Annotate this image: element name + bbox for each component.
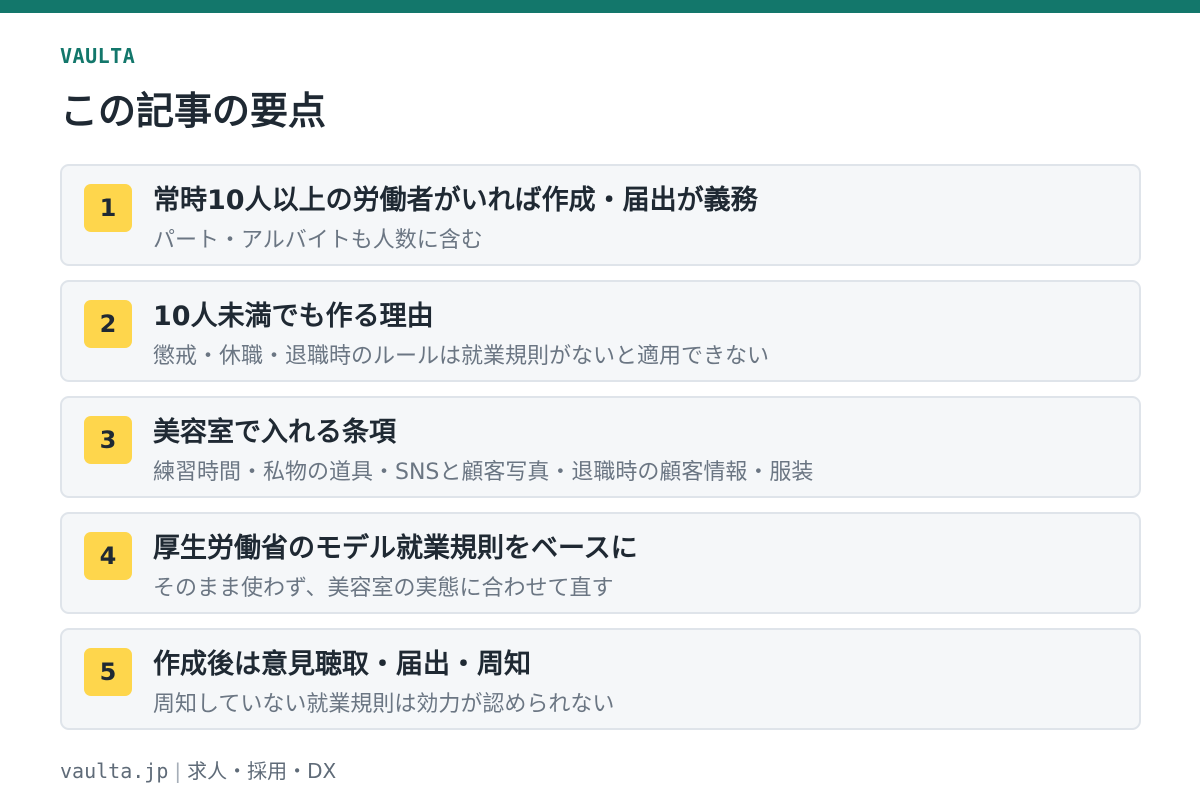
point-title: 美容室で入れる条項 <box>153 417 396 448</box>
point-subtitle: 懲戒・休職・退職時のルールは就業規則がないと適用できない <box>153 344 770 369</box>
point-card-5: 5 作成後は意見聴取・届出・周知 周知していない就業規則は効力が認められない <box>60 628 1141 730</box>
brand-name: VAULTA <box>60 44 136 68</box>
point-card-3: 3 美容室で入れる条項 練習時間・私物の道具・SNSと顧客写真・退職時の顧客情報… <box>60 396 1141 498</box>
point-title: 10人未満でも作る理由 <box>153 301 434 332</box>
point-number-badge: 1 <box>84 184 132 232</box>
footer-separator: | <box>174 759 182 783</box>
point-number-badge: 5 <box>84 648 132 696</box>
point-subtitle: パート・アルバイトも人数に含む <box>153 228 483 253</box>
point-number-badge: 4 <box>84 532 132 580</box>
footer-domain: vaulta.jp <box>60 759 169 783</box>
point-subtitle: 練習時間・私物の道具・SNSと顧客写真・退職時の顧客情報・服装 <box>153 460 814 485</box>
point-card-4: 4 厚生労働省のモデル就業規則をベースに そのまま使わず、美容室の実態に合わせて… <box>60 512 1141 614</box>
point-card-1: 1 常時10人以上の労働者がいれば作成・届出が義務 パート・アルバイトも人数に含… <box>60 164 1141 266</box>
point-title: 作成後は意見聴取・届出・周知 <box>153 649 531 680</box>
point-card-2: 2 10人未満でも作る理由 懲戒・休職・退職時のルールは就業規則がないと適用でき… <box>60 280 1141 382</box>
key-points-list: 1 常時10人以上の労働者がいれば作成・届出が義務 パート・アルバイトも人数に含… <box>60 164 1141 744</box>
top-accent-bar <box>0 0 1200 13</box>
point-number-badge: 2 <box>84 300 132 348</box>
point-subtitle: 周知していない就業規則は効力が認められない <box>153 692 615 717</box>
page-title: この記事の要点 <box>60 89 327 133</box>
point-subtitle: そのまま使わず、美容室の実態に合わせて直す <box>153 576 614 601</box>
point-number-badge: 3 <box>84 416 132 464</box>
point-title: 常時10人以上の労働者がいれば作成・届出が義務 <box>153 185 758 216</box>
point-title: 厚生労働省のモデル就業規則をベースに <box>153 533 638 564</box>
footer: vaulta.jp | 求人・採用・DX <box>60 755 336 784</box>
footer-tagline: 求人・採用・DX <box>187 759 337 783</box>
